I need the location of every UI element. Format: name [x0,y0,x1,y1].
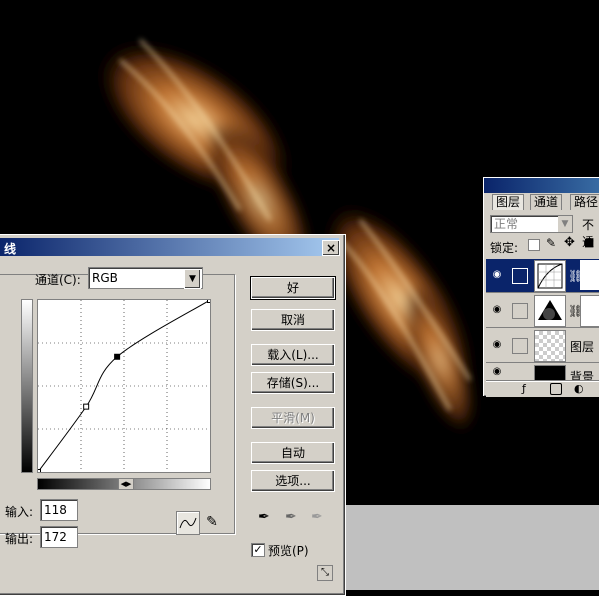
tab-paths[interactable]: 路径 [570,194,599,210]
cancel-button[interactable]: 取消 [251,309,335,331]
output-field[interactable]: 172 [40,526,78,548]
brush-icon[interactable]: ✎ [546,236,556,250]
ok-button[interactable]: 好 [250,276,336,300]
curve-control-point[interactable] [35,469,41,475]
auto-button[interactable]: 自动 [251,442,335,464]
output-gradient-bar [21,299,33,473]
curve-graph[interactable] [35,297,213,475]
white-eyedropper-icon[interactable]: ✒ [311,509,323,525]
preview-label: 预览(P) [268,544,309,558]
blend-mode-value: 正常 [494,217,519,231]
layers-footer: ƒ ◐ [486,381,599,397]
curves-adjustment-icon [537,263,563,289]
layer-name: 图层 [570,340,595,354]
preview-checkbox[interactable]: ✓ [251,543,265,557]
shape-icon [538,300,562,320]
add-mask-icon[interactable] [550,383,562,395]
layer-row-curves[interactable]: ◉ ⛓ [486,259,599,293]
layer-row-layer[interactable]: ◉ 图层 [486,329,599,363]
layer-style-icon[interactable]: ƒ [522,382,526,395]
blend-mode-select[interactable]: 正常 ▼ [490,215,573,233]
lock-icon[interactable]: ■ [584,236,594,249]
channel-label: 通道(C): [35,273,81,287]
dialog-title: 线 [4,242,17,256]
channel-value: RGB [92,271,118,285]
eye-icon[interactable]: ◉ [489,366,505,378]
black-eyedropper-icon[interactable]: ✒ [258,509,270,525]
move-icon[interactable]: ✥ [564,235,575,250]
channel-select[interactable]: RGB ▼ [88,267,203,289]
chevron-down-icon[interactable]: ▼ [184,269,201,289]
curve-control-point[interactable] [83,403,90,410]
dialog-titlebar[interactable]: 线 × [0,238,340,256]
lock-transparency-icon[interactable] [528,239,540,251]
gradient-toggle-icon[interactable]: ◀▶ [118,478,134,490]
layer-mask-thumbnail [580,260,599,290]
eye-icon[interactable]: ◉ [489,269,505,281]
layers-palette: 图层 通道 路径 正常 ▼ 不透 锁定: ✎ ✥ ■ ◉ ⛓ ◉ ⛓ ◉ 图层 … [483,177,599,397]
gray-eyedropper-icon[interactable]: ✒ [285,509,297,525]
layer-mask-thumbnail [580,295,599,327]
load-button[interactable]: 载入(L)... [251,344,335,366]
layer-link-icon[interactable] [512,303,528,319]
output-label: 输出: [5,532,34,546]
layer-name: 背景 [570,370,595,381]
expand-icon[interactable]: ⤡ [317,565,333,581]
curve-control-point[interactable] [114,353,121,360]
curve-control-point[interactable] [207,297,213,303]
curves-thumbnail [534,260,566,292]
save-button[interactable]: 存储(S)... [251,372,335,394]
layer-link-icon[interactable] [512,338,528,354]
curve-svg[interactable] [35,297,213,475]
smooth-button[interactable]: 平滑(M) [251,407,335,429]
layer-row-shape[interactable]: ◉ ⛓ [486,294,599,328]
background-thumbnail [534,365,566,380]
transparent-thumbnail [534,330,566,362]
curves-dialog: 线 × 通道(C): RGB ▼ ◀▶ 输入: 118 输出: 172 ✎ ✒ … [0,234,346,596]
pencil-tool-icon[interactable]: ✎ [201,511,223,533]
curve-tool-icon[interactable] [176,511,200,535]
input-label: 输入: [5,505,34,519]
layer-row-background[interactable]: ◉ 背景 [486,364,599,381]
layer-link-icon[interactable] [512,268,528,284]
chevron-down-icon[interactable]: ▼ [558,216,572,232]
eye-icon[interactable]: ◉ [489,339,505,351]
tab-layers[interactable]: 图层 [492,194,525,210]
tab-channels[interactable]: 通道 [530,194,563,210]
shape-thumbnail [534,295,566,327]
input-gradient-bar: ◀▶ [37,478,211,490]
options-button[interactable]: 选项... [251,470,335,492]
layers-titlebar[interactable] [484,178,599,193]
curve-line[interactable] [37,299,211,473]
close-button[interactable]: × [322,240,340,256]
input-field[interactable]: 118 [40,499,78,521]
eye-icon[interactable]: ◉ [489,304,505,316]
new-fill-layer-icon[interactable]: ◐ [574,382,584,395]
lock-label: 锁定: [490,241,519,255]
